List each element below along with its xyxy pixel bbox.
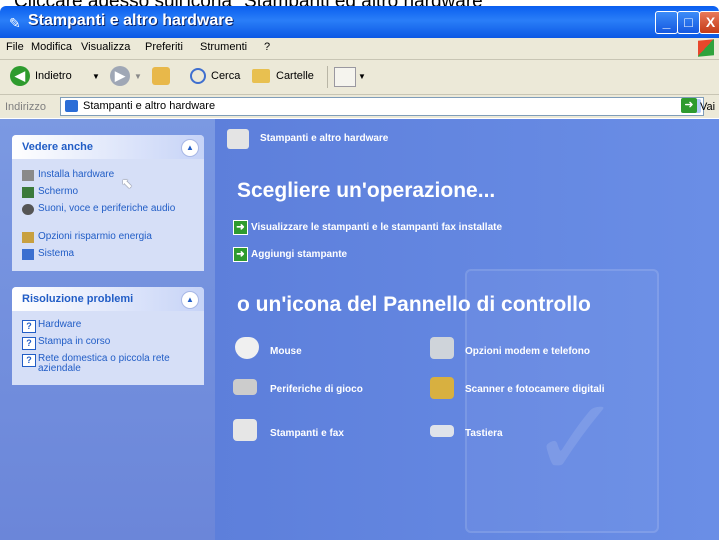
troubleshoot-header[interactable]: Risoluzione problemi ▲ <box>12 287 204 311</box>
power-icon <box>22 232 34 243</box>
minimize-button[interactable]: _ <box>655 11 678 34</box>
up-folder-icon[interactable] <box>152 67 170 85</box>
collapse-chevron-icon[interactable]: ▲ <box>181 291 199 309</box>
toolbar: ◀ Indietro ▼ ▶ ▼ Cerca Cartelle ▼ <box>0 60 719 95</box>
explorer-window: ✎ Stampanti e altro hardware _ □ X File … <box>0 6 719 540</box>
menu-help[interactable]: ? <box>264 41 270 53</box>
back-button-label[interactable]: Indietro <box>35 70 72 82</box>
sound-icon <box>22 204 34 215</box>
help-icon: ? <box>22 320 36 333</box>
window-title: Stampanti e altro hardware <box>28 12 234 29</box>
keyboard-icon[interactable] <box>430 425 454 437</box>
cp-item-keyboard[interactable]: Tastiera <box>465 428 503 439</box>
task-arrow-icon[interactable]: ➜ <box>233 220 248 235</box>
see-also-header[interactable]: Vedere anche ▲ <box>12 135 204 159</box>
cp-item-phone-modem[interactable]: Opzioni modem e telefono <box>465 346 590 357</box>
toolbar-separator <box>327 66 328 88</box>
menu-edit[interactable]: Modifica <box>31 41 72 53</box>
address-bar: Indirizzo Stampanti e altro hardware ▼ ➜… <box>0 95 719 118</box>
search-icon[interactable] <box>190 68 206 84</box>
forward-dropdown-icon[interactable]: ▼ <box>134 72 142 81</box>
main-pane: ✓ Stampanti e altro hardware Scegliere u… <box>215 119 719 540</box>
menu-tools[interactable]: Strumenti <box>200 41 247 53</box>
mouse-cursor-icon: ⬉ <box>121 175 133 191</box>
troubleshoot-title: Risoluzione problemi <box>22 293 134 305</box>
folders-icon[interactable] <box>252 69 270 83</box>
category-header: Stampanti e altro hardware <box>260 133 389 144</box>
cp-item-printers-fax[interactable]: Stampanti e fax <box>270 428 344 439</box>
close-button[interactable]: X <box>699 11 719 34</box>
address-input[interactable]: Stampanti e altro hardware ▼ <box>60 97 704 116</box>
display-icon <box>22 187 34 198</box>
maximize-button[interactable]: □ <box>677 11 700 34</box>
mouse-icon[interactable] <box>235 337 259 359</box>
task-pane: Vedere anche ▲ Installa hardware Schermo… <box>0 119 215 540</box>
content-area: Vedere anche ▲ Installa hardware Schermo… <box>0 119 719 540</box>
task-add-printer[interactable]: Aggiungi stampante <box>251 249 347 260</box>
views-dropdown-icon[interactable]: ▼ <box>358 72 366 81</box>
control-panel-icon <box>65 100 78 112</box>
phone-modem-icon[interactable] <box>430 337 454 359</box>
windows-logo-icon <box>698 39 714 57</box>
menu-bar: File Modifica Visualizza Preferiti Strum… <box>0 38 719 60</box>
pick-icon-heading: o un'icona del Pannello di controllo <box>237 293 591 316</box>
back-dropdown-icon[interactable]: ▼ <box>92 72 100 81</box>
install-hardware-icon <box>22 170 34 181</box>
cp-item-scanner-camera[interactable]: Scanner e fotocamere digitali <box>465 384 605 395</box>
printer-hardware-icon <box>227 129 249 149</box>
game-controller-icon[interactable] <box>233 379 257 395</box>
help-icon: ? <box>22 354 36 367</box>
cp-item-mouse[interactable]: Mouse <box>270 346 302 357</box>
choose-task-heading: Scegliere un'operazione... <box>237 179 496 202</box>
menu-view[interactable]: Visualizza <box>81 41 130 53</box>
scanner-camera-icon[interactable] <box>430 377 454 399</box>
see-also-title: Vedere anche <box>22 141 93 153</box>
search-button-label[interactable]: Cerca <box>211 70 240 82</box>
menu-file[interactable]: File <box>6 41 24 53</box>
back-arrow-icon[interactable]: ◀ <box>10 66 30 86</box>
go-button-label[interactable]: Vai <box>700 101 715 113</box>
views-icon[interactable] <box>334 67 356 87</box>
task-arrow-icon[interactable]: ➜ <box>233 247 248 262</box>
title-bar[interactable]: ✎ Stampanti e altro hardware _ □ X <box>0 6 719 38</box>
collapse-chevron-icon[interactable]: ▲ <box>181 139 199 157</box>
address-value[interactable]: Stampanti e altro hardware <box>83 100 215 112</box>
address-label: Indirizzo <box>5 101 46 113</box>
troubleshoot-panel: Risoluzione problemi ▲ ? Hardware ? Stam… <box>12 287 204 385</box>
go-arrow-icon[interactable]: ➜ <box>681 98 697 113</box>
system-icon <box>22 249 34 260</box>
help-icon: ? <box>22 337 36 350</box>
task-view-printers[interactable]: Visualizzare le stampanti e le stampanti… <box>251 222 502 233</box>
menu-favorites[interactable]: Preferiti <box>145 41 183 53</box>
printer-fax-icon[interactable] <box>233 419 257 441</box>
cp-item-game-devices[interactable]: Periferiche di gioco <box>270 384 363 395</box>
folders-button-label[interactable]: Cartelle <box>276 70 314 82</box>
see-also-panel: Vedere anche ▲ Installa hardware Schermo… <box>12 135 204 271</box>
window-icon: ✎ <box>9 15 21 31</box>
forward-arrow-icon[interactable]: ▶ <box>110 66 130 86</box>
